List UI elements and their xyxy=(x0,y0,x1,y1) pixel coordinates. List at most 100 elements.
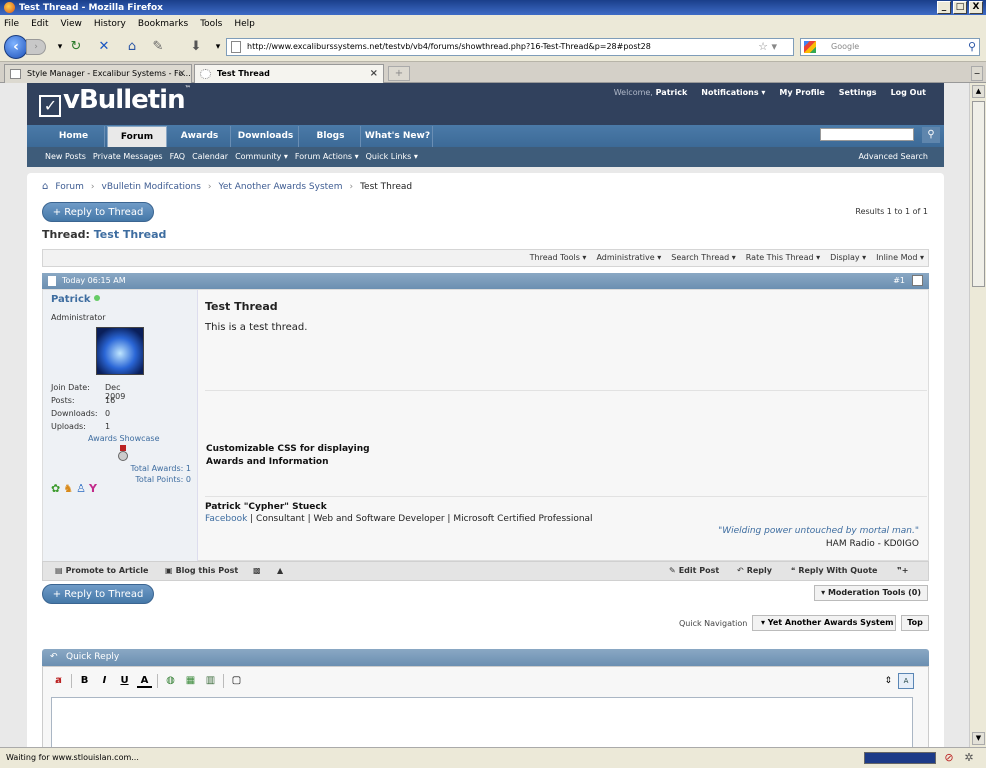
home-icon[interactable]: ⌂ xyxy=(42,181,48,192)
menu-help[interactable]: Help xyxy=(234,19,255,29)
search-icon[interactable]: ⚲ xyxy=(968,39,976,55)
search-thread-menu[interactable]: Search Thread ▾ xyxy=(671,250,736,266)
google-icon[interactable] xyxy=(804,41,816,53)
resize-icon[interactable]: ⇕ xyxy=(884,676,892,686)
thread-tools-menu[interactable]: Thread Tools ▾ xyxy=(530,250,587,266)
multi-quote-icon[interactable]: ❞+ xyxy=(897,562,908,580)
minimize-button[interactable]: _ xyxy=(937,1,951,14)
award-runner-icon[interactable]: ♞ xyxy=(63,482,73,495)
display-menu[interactable]: Display ▾ xyxy=(830,250,866,266)
welcome-username[interactable]: Patrick xyxy=(656,88,688,97)
breadcrumb-forum[interactable]: Forum xyxy=(55,182,84,192)
tab-blogs[interactable]: Blogs xyxy=(301,126,361,147)
reply-to-thread-button-bottom[interactable]: + Reply to Thread xyxy=(42,584,154,604)
menu-tools[interactable]: Tools xyxy=(200,19,222,29)
back-icon[interactable]: ‹ xyxy=(4,35,28,59)
forum-search-icon[interactable]: ⚲ xyxy=(922,127,940,143)
vbulletin-logo[interactable]: ✓ vBulletin™ xyxy=(39,85,191,117)
close-tab-icon[interactable]: × xyxy=(178,65,186,83)
total-awards[interactable]: Total Awards: 1 xyxy=(130,464,191,473)
award-user-icon[interactable]: ♙ xyxy=(76,482,86,495)
vertical-scrollbar[interactable]: ▲ ▼ xyxy=(969,83,986,747)
menu-file[interactable]: File xyxy=(4,19,19,29)
tab-style-manager[interactable]: Style Manager - Excalibur Systems - Fo..… xyxy=(4,64,192,83)
my-profile-link[interactable]: My Profile xyxy=(779,88,824,97)
scroll-down-icon[interactable]: ▼ xyxy=(972,732,985,745)
breadcrumb-vbulletin-mods[interactable]: vBulletin Modifcations xyxy=(102,182,201,192)
quick-reply-textarea[interactable] xyxy=(51,697,913,747)
settings-link[interactable]: Settings xyxy=(839,88,877,97)
addon-icon[interactable]: ✲ xyxy=(962,751,976,765)
ip-icon[interactable]: ▩ xyxy=(253,562,261,580)
tab-home[interactable]: Home xyxy=(43,126,105,147)
forum-actions-menu[interactable]: Forum Actions ▾ xyxy=(295,147,359,167)
breadcrumb-awards-system[interactable]: Yet Another Awards System xyxy=(219,182,343,192)
underline-button[interactable]: U xyxy=(117,673,132,688)
image-icon[interactable]: ▦ xyxy=(183,673,198,688)
tab-forum[interactable]: Forum xyxy=(107,126,167,147)
post-username[interactable]: Patrick xyxy=(51,294,100,305)
notifications-menu[interactable]: Notifications ▾ xyxy=(701,88,765,97)
advanced-search-link[interactable]: Advanced Search xyxy=(858,147,928,167)
bookmark-star-icon[interactable]: ☆ ▾ xyxy=(758,39,777,55)
menu-edit[interactable]: Edit xyxy=(31,19,48,29)
scroll-thumb[interactable] xyxy=(972,101,985,287)
reload-icon[interactable]: ↻ xyxy=(68,39,84,55)
private-messages-link[interactable]: Private Messages xyxy=(93,147,163,167)
tab-list-button[interactable]: − xyxy=(971,66,983,81)
bold-button[interactable]: B xyxy=(77,673,92,688)
calendar-link[interactable]: Calendar xyxy=(192,147,228,167)
text-color-button[interactable]: A xyxy=(137,673,152,688)
award-y-icon[interactable]: Y xyxy=(89,482,97,495)
new-posts-link[interactable]: New Posts xyxy=(45,147,86,167)
tab-whats-new[interactable]: What's New? xyxy=(363,126,433,147)
close-tab-icon[interactable]: × xyxy=(370,65,378,83)
moderation-tools-button[interactable]: ▾ Moderation Tools (0) xyxy=(814,585,928,601)
search-box[interactable]: Google ⚲ xyxy=(800,38,980,56)
tab-test-thread[interactable]: Test Thread × xyxy=(194,64,384,83)
link-icon[interactable]: ◍ xyxy=(163,673,178,688)
award-badge-icon[interactable]: ✿ xyxy=(51,482,60,495)
forum-search-input[interactable] xyxy=(820,128,914,141)
edit-post-button[interactable]: ✎ Edit Post xyxy=(669,562,719,580)
download-icon[interactable]: ⬇ xyxy=(188,39,204,55)
menu-view[interactable]: View xyxy=(61,19,82,29)
menu-bookmarks[interactable]: Bookmarks xyxy=(138,19,188,29)
reply-to-thread-button[interactable]: + Reply to Thread xyxy=(42,202,154,222)
logout-link[interactable]: Log Out xyxy=(891,88,926,97)
history-dropdown-icon[interactable]: ▾ xyxy=(52,39,68,55)
medal-icon[interactable] xyxy=(118,445,128,461)
url-bar[interactable]: http://www.excaliburssystems.net/testvb/… xyxy=(226,38,794,56)
menu-history[interactable]: History xyxy=(94,19,126,29)
community-menu[interactable]: Community ▾ xyxy=(235,147,288,167)
avatar[interactable] xyxy=(96,327,144,375)
download-dropdown-icon[interactable]: ▾ xyxy=(210,39,226,55)
administrative-menu[interactable]: Administrative ▾ xyxy=(596,250,661,266)
faq-link[interactable]: FAQ xyxy=(170,147,186,167)
tab-awards[interactable]: Awards xyxy=(169,126,231,147)
inline-mod-menu[interactable]: Inline Mod ▾ xyxy=(876,250,924,266)
reply-button[interactable]: ↶ Reply xyxy=(737,562,772,580)
italic-button[interactable]: I xyxy=(97,673,112,688)
quote-icon[interactable]: ▢ xyxy=(229,673,244,688)
maximize-button[interactable]: □ xyxy=(953,1,967,14)
report-icon[interactable]: ▲ xyxy=(277,562,283,580)
tab-downloads[interactable]: Downloads xyxy=(233,126,299,147)
font-icon[interactable]: ⱥ xyxy=(51,673,66,688)
blog-post-button[interactable]: ▣ Blog this Post xyxy=(165,562,238,580)
awards-showcase-link[interactable]: Awards Showcase xyxy=(88,434,160,443)
total-points[interactable]: Total Points: 0 xyxy=(135,475,191,484)
rate-thread-menu[interactable]: Rate This Thread ▾ xyxy=(746,250,820,266)
quick-navigation-select[interactable]: ▾ Yet Another Awards System xyxy=(752,615,896,631)
security-icon[interactable]: ⊘ xyxy=(942,751,956,765)
switch-editor-icon[interactable]: A xyxy=(898,673,914,689)
post-number-link[interactable]: #1 xyxy=(893,273,905,289)
post-select-checkbox[interactable] xyxy=(912,275,923,286)
forward-icon[interactable]: › xyxy=(26,39,46,55)
home-icon[interactable]: ⌂ xyxy=(124,39,140,55)
tools-icon[interactable]: ✎ xyxy=(150,39,166,55)
promote-to-article-button[interactable]: ▤ Promote to Article xyxy=(55,562,148,580)
scroll-up-icon[interactable]: ▲ xyxy=(972,85,985,98)
stop-icon[interactable]: ✕ xyxy=(96,39,112,55)
quick-links-menu[interactable]: Quick Links ▾ xyxy=(366,147,418,167)
